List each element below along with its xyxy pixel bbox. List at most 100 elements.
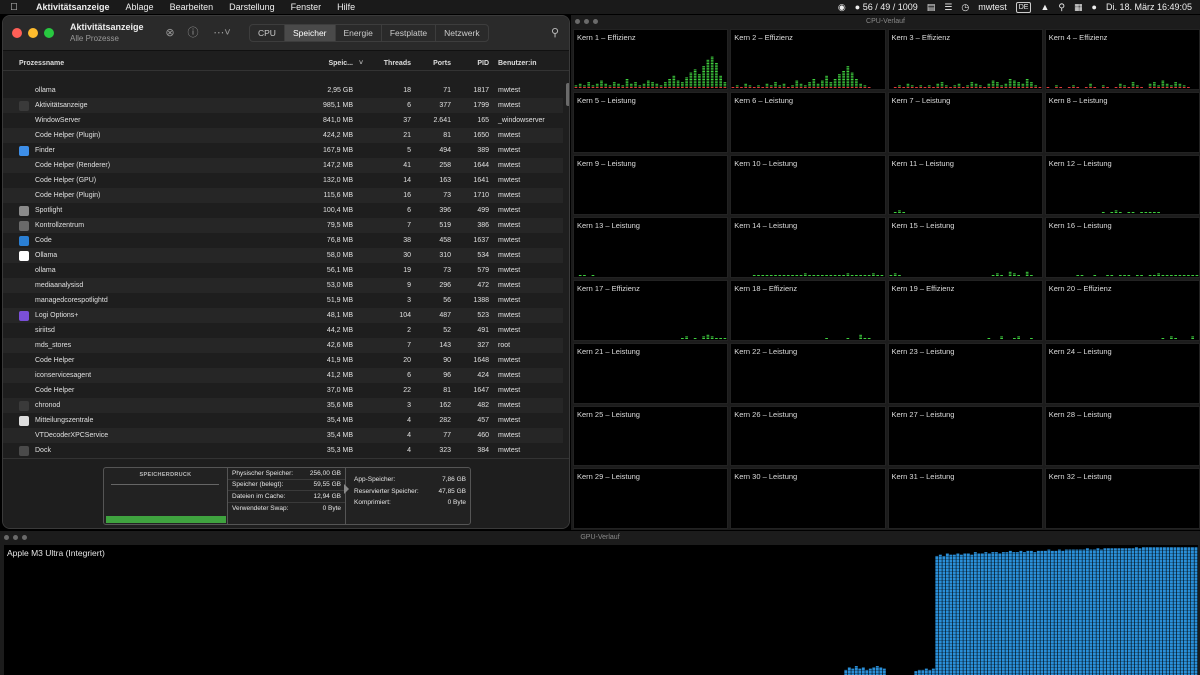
more-options-icon[interactable]: ⋯˅: [211, 26, 233, 40]
search-menu-icon[interactable]: ⚲: [1058, 2, 1065, 13]
core-load-mark: [825, 86, 829, 88]
table-row[interactable]: Code 76,8 MB 38 458 1637 mwtest: [3, 233, 563, 248]
core-graph: Kern 21 – Leistung: [573, 342, 729, 404]
zoom-button[interactable]: [22, 535, 27, 540]
menu-datetime[interactable]: Di. 18. März 16:49:05: [1106, 2, 1192, 12]
table-row[interactable]: Finder 167,9 MB 5 494 389 mwtest: [3, 143, 563, 158]
table-row[interactable]: mediaanalysisd 53,0 MB 9 296 472 mwtest: [3, 278, 563, 293]
table-row[interactable]: Code Helper (Plugin) 424,2 MB 21 81 1650 mwte…: [3, 128, 563, 143]
table-row[interactable]: Dock 35,3 MB 4 323 384 mwtest: [3, 443, 563, 458]
sliders-icon[interactable]: ☰: [944, 2, 952, 13]
table-row[interactable]: mds_stores 42,6 MB 7 143 327 root: [3, 338, 563, 353]
close-button[interactable]: [4, 535, 9, 540]
tab-festplatte[interactable]: Festplatte: [382, 25, 437, 41]
core-load-mark: [710, 336, 714, 338]
core-load-mark: [846, 69, 850, 71]
tab-speicher[interactable]: Speicher: [284, 25, 336, 41]
minimize-button[interactable]: [28, 28, 38, 38]
siri-icon[interactable]: ●: [1092, 2, 1097, 12]
table-row[interactable]: Code Helper 41,9 MB 20 90 1648 mwtest: [3, 353, 563, 368]
table-row[interactable]: Kontrollzentrum 79,5 MB 7 519 386 mwtest: [3, 218, 563, 233]
core-load-mark: [940, 86, 943, 88]
cell-threads: 6: [407, 207, 411, 214]
table-scrollbar[interactable]: [566, 83, 569, 106]
column-header-pid[interactable]: PID: [451, 60, 489, 67]
table-row[interactable]: WindowServer 841,0 MB 37 2.641 165 _windowser…: [3, 113, 563, 128]
binoculars-icon[interactable]: ◉: [838, 2, 846, 13]
core-load-mark: [600, 80, 603, 82]
apple-menu-icon[interactable]: : [0, 2, 28, 13]
table-row[interactable]: Code Helper 37,0 MB 22 81 1647 mwtest: [3, 383, 563, 398]
core-load-mark: [748, 85, 752, 87]
cell-name: mds_stores: [3, 342, 308, 349]
menu-bearbeiten[interactable]: Bearbeiten: [162, 2, 222, 12]
menu-darstellung[interactable]: Darstellung: [221, 2, 283, 12]
control-center-icon[interactable]: ▦: [1074, 2, 1083, 13]
table-row[interactable]: Code Helper (Renderer) 147,2 MB 41 258 1644 m…: [3, 158, 563, 173]
table-row[interactable]: ollama 56,1 MB 19 73 579 mwtest: [3, 263, 563, 278]
menu-app-name[interactable]: Aktivitätsanzeige: [28, 2, 118, 12]
table-row[interactable]: Code Helper (Plugin) 115,6 MB 16 73 1710 mwte…: [3, 188, 563, 203]
core-load-mark: [1118, 86, 1122, 88]
column-header-ports[interactable]: Ports: [411, 60, 451, 67]
table-row[interactable]: VTDecoderXPCService 35,4 MB 4 77 460 mwtest: [3, 428, 563, 443]
tab-energie[interactable]: Energie: [336, 25, 382, 41]
clipboard-icon[interactable]: ▤: [927, 2, 936, 13]
menu-fenster[interactable]: Fenster: [283, 2, 330, 12]
core-load-mark: [897, 86, 901, 88]
table-row[interactable]: Ollama 58,0 MB 30 310 534 mwtest: [3, 248, 563, 263]
close-button[interactable]: [12, 28, 22, 38]
cell-user: mwtest: [498, 297, 521, 304]
table-row[interactable]: Aktivitätsanzeige 985,1 MB 6 377 1799 mwtest: [3, 98, 563, 113]
zoom-button[interactable]: [44, 28, 54, 38]
core-load-mark: [1169, 275, 1173, 276]
minimize-button[interactable]: [584, 19, 589, 24]
menu-hilfe[interactable]: Hilfe: [329, 2, 363, 12]
tab-netzwerk[interactable]: Netzwerk: [436, 25, 487, 41]
sort-descending-icon[interactable]: ˅: [356, 60, 366, 67]
clock-icon[interactable]: ◷: [961, 2, 969, 13]
stat-app-memory: App-Speicher: 7,86 GB: [350, 474, 470, 486]
core-load-mark: [625, 83, 629, 85]
keyboard-layout[interactable]: DE: [1015, 1, 1032, 13]
close-button[interactable]: [575, 19, 580, 24]
core-load-mark: [1029, 83, 1033, 85]
core-load-mark: [1033, 85, 1037, 87]
column-header-memory[interactable]: Speic...: [308, 60, 356, 67]
core-load-chart: [753, 273, 884, 276]
menu-ablage[interactable]: Ablage: [118, 2, 162, 12]
thermometer-icon: ●: [854, 2, 861, 12]
column-header-user[interactable]: Benutzer:in: [489, 60, 559, 67]
table-row[interactable]: Spotlight 100,4 MB 6 396 499 mwtest: [3, 203, 563, 218]
column-header-threads[interactable]: Threads: [366, 60, 411, 67]
table-row[interactable]: Mitteilungszentrale 35,4 MB 4 282 457 mwtest: [3, 413, 563, 428]
info-icon[interactable]: ⓘ: [186, 26, 200, 40]
process-name: mediaanalysisd: [35, 282, 84, 289]
process-name: chronod: [35, 402, 61, 409]
core-load-mark: [583, 86, 586, 88]
table-row[interactable]: siriitsd 44,2 MB 2 52 491 mwtest: [3, 323, 563, 338]
core-load-mark: [863, 86, 867, 88]
tab-bar: CPU Speicher Energie Festplatte Netzwerk: [249, 24, 489, 42]
minimize-button[interactable]: [13, 535, 18, 540]
table-row[interactable]: managedcorespotlightd 51,9 MB 3 56 1388 mwtes…: [3, 293, 563, 308]
core-load-mark: [706, 78, 710, 80]
table-row[interactable]: iconservicesagent 41,2 MB 6 96 424 mwtest: [3, 368, 563, 383]
table-row[interactable]: Code Helper (GPU) 132,0 MB 14 163 1641 mwtest: [3, 173, 563, 188]
zoom-button[interactable]: [593, 19, 598, 24]
table-row[interactable]: Logi Options+ 48,1 MB 104 487 523 mwtest: [3, 308, 563, 323]
tab-cpu[interactable]: CPU: [250, 25, 285, 41]
core-load-mark: [698, 75, 701, 77]
core-load-mark: [851, 78, 854, 80]
wifi-icon[interactable]: ▲: [1040, 2, 1049, 12]
table-row[interactable]: chronod 35,6 MB 3 162 482 mwtest: [3, 398, 563, 413]
column-header-name[interactable]: Prozessname: [3, 60, 308, 67]
table-row[interactable]: ollama 2,95 GB 18 71 1817 mwtest: [3, 83, 563, 98]
menu-user[interactable]: mwtest: [978, 2, 1007, 12]
core-load-mark: [859, 275, 863, 276]
search-icon[interactable]: ⚲: [551, 26, 559, 39]
thermometer-status[interactable]: ● 56 / 49 / 1009: [855, 2, 918, 12]
stop-process-icon[interactable]: ⊗: [163, 26, 177, 40]
core-load-mark: [595, 83, 599, 85]
core-load-mark: [1059, 86, 1062, 88]
